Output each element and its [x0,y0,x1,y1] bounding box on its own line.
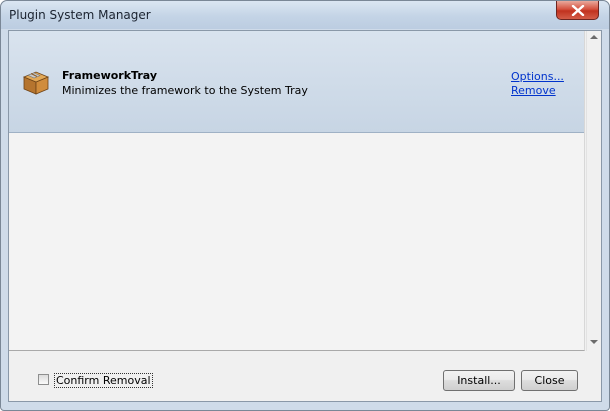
confirm-removal-checkbox[interactable] [38,374,49,385]
dialog-content: FrameworkTray Minimizes the framework to… [8,30,602,402]
plugin-name: FrameworkTray [62,69,158,82]
title-bar[interactable]: Plugin System Manager [1,1,609,29]
close-button[interactable]: Close [521,370,578,391]
plugin-list-item[interactable]: FrameworkTray Minimizes the framework to… [9,31,584,133]
install-button[interactable]: Install... [443,370,515,391]
button-bar: Confirm Removal Install... Close [9,352,601,401]
vertical-scrollbar[interactable] [586,31,601,351]
window-close-button[interactable] [556,1,599,20]
package-box-icon [22,71,50,95]
plugin-options-link[interactable]: Options... [511,70,564,83]
confirm-removal-label[interactable]: Confirm Removal [54,373,153,388]
plugin-list: FrameworkTray Minimizes the framework to… [9,31,585,351]
plugin-remove-link[interactable]: Remove [511,84,556,97]
plugin-manager-window: Plugin System Manager FrameworkTray Mini… [0,0,610,411]
scroll-up-arrow-icon[interactable] [590,35,598,39]
scroll-down-arrow-icon[interactable] [590,340,598,344]
close-icon [571,5,585,16]
window-title: Plugin System Manager [9,8,151,22]
plugin-description: Minimizes the framework to the System Tr… [62,84,308,97]
